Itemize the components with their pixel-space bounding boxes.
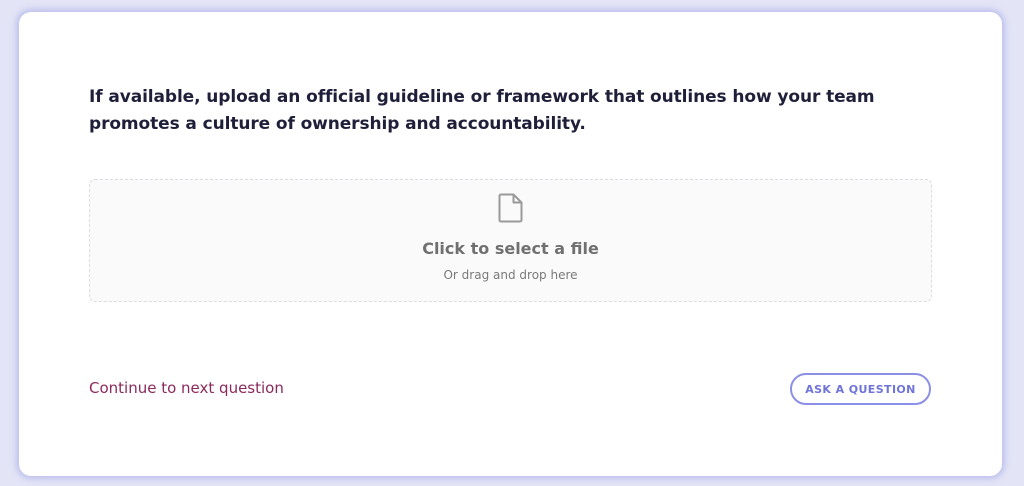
dropzone-title: Click to select a file	[422, 239, 599, 258]
question-card: If available, upload an official guideli…	[19, 12, 1002, 476]
question-text: If available, upload an official guideli…	[89, 87, 875, 134]
file-dropzone[interactable]: Click to select a file Or drag and drop …	[89, 179, 932, 302]
page-background: If available, upload an official guideli…	[0, 0, 1024, 486]
dropzone-subtitle: Or drag and drop here	[443, 268, 578, 282]
continue-link[interactable]: Continue to next question	[89, 379, 284, 397]
ask-question-button[interactable]: ASK A QUESTION	[790, 373, 931, 405]
file-icon	[498, 193, 524, 223]
